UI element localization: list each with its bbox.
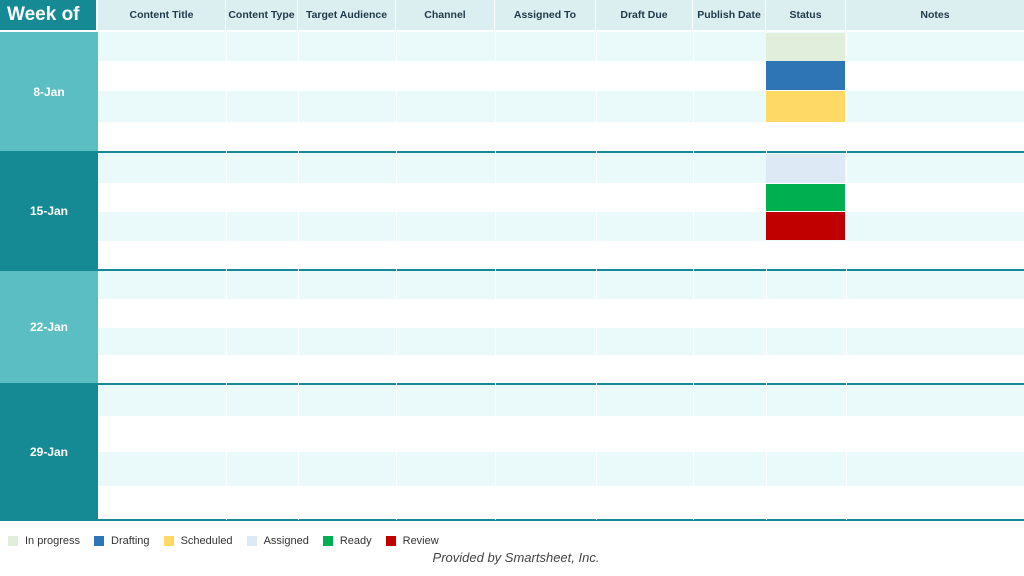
- column-header-assigned-to: Assigned To: [495, 0, 596, 30]
- status-cell-assigned[interactable]: [766, 154, 845, 183]
- column-gridline: [495, 30, 496, 520]
- table-row[interactable]: [98, 385, 1024, 416]
- week-label-8-jan: 8-Jan: [0, 32, 98, 151]
- status-cell-in-progress[interactable]: [766, 33, 845, 61]
- legend-item-review: Review: [385, 535, 439, 547]
- legend-item-in-progress: In progress: [8, 535, 80, 547]
- column-header-target-audience: Target Audience: [298, 0, 396, 30]
- legend-swatch: [8, 536, 18, 546]
- column-gridline: [846, 30, 847, 520]
- legend-item-scheduled: Scheduled: [163, 535, 233, 547]
- column-gridline: [396, 30, 397, 520]
- column-header-publish-date: Publish Date: [693, 0, 766, 30]
- status-cell-drafting[interactable]: [766, 61, 845, 90]
- legend-label: Scheduled: [180, 535, 233, 547]
- legend-item-drafting: Drafting: [94, 535, 150, 547]
- legend-label: Ready: [339, 535, 372, 547]
- table-row[interactable]: [98, 328, 1024, 355]
- table-row[interactable]: [98, 183, 1024, 212]
- column-gridline: [226, 30, 227, 520]
- table-row[interactable]: [98, 486, 1024, 519]
- legend-swatch: [246, 536, 257, 546]
- status-cell-ready[interactable]: [766, 184, 845, 211]
- table-row[interactable]: [98, 122, 1024, 151]
- table-row[interactable]: [98, 271, 1024, 299]
- table-row[interactable]: [98, 241, 1024, 269]
- column-header-content-type: Content Type: [226, 0, 298, 30]
- table-row[interactable]: [98, 32, 1024, 61]
- week-label-22-jan: 22-Jan: [0, 271, 98, 383]
- week-of-header: Week of: [0, 0, 98, 30]
- table-row[interactable]: [98, 91, 1024, 122]
- week-divider: [0, 519, 1024, 521]
- column-gridline: [596, 30, 597, 520]
- provided-by-credit: Provided by Smartsheet, Inc.: [432, 550, 600, 565]
- legend-swatch: [163, 536, 174, 546]
- status-legend: In progress Drafting Scheduled Assigned …: [8, 535, 453, 547]
- week-label-29-jan: 29-Jan: [0, 385, 98, 519]
- column-gridline: [693, 30, 694, 520]
- status-cell-scheduled[interactable]: [766, 91, 845, 122]
- legend-item-assigned: Assigned: [246, 535, 309, 547]
- status-cell-review[interactable]: [766, 212, 845, 240]
- table-row[interactable]: [98, 416, 1024, 452]
- legend-label: In progress: [25, 535, 81, 547]
- column-header-channel: Channel: [396, 0, 495, 30]
- legend-item-ready: Ready: [322, 535, 372, 547]
- table-row[interactable]: [98, 61, 1024, 91]
- table-row[interactable]: [98, 153, 1024, 183]
- table-row[interactable]: [98, 452, 1024, 486]
- table-row[interactable]: [98, 212, 1024, 241]
- column-gridline: [298, 30, 299, 520]
- column-header-notes: Notes: [846, 0, 1024, 30]
- legend-swatch: [322, 536, 333, 546]
- table-row[interactable]: [98, 299, 1024, 328]
- table-row[interactable]: [98, 355, 1024, 383]
- column-header-draft-due: Draft Due: [596, 0, 693, 30]
- legend-label: Review: [402, 535, 439, 547]
- legend-label: Assigned: [263, 535, 309, 547]
- column-header-content-title: Content Title: [98, 0, 226, 30]
- legend-swatch: [94, 536, 105, 546]
- legend-label: Drafting: [111, 535, 150, 547]
- week-label-15-jan: 15-Jan: [0, 153, 98, 269]
- legend-swatch: [385, 536, 396, 546]
- column-header-status: Status: [766, 0, 846, 30]
